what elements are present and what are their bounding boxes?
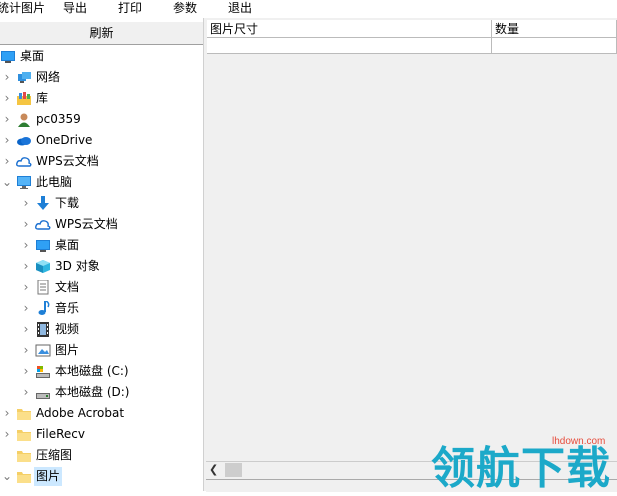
tree-node-label: 压缩图 bbox=[36, 448, 73, 462]
table-cell[interactable] bbox=[207, 38, 492, 54]
chevron-right-icon[interactable]: › bbox=[21, 214, 31, 235]
menu-item-exit[interactable]: 退出 bbox=[228, 1, 252, 17]
tree-node-label: 音乐 bbox=[55, 301, 80, 315]
chevron-right-icon[interactable]: › bbox=[21, 298, 31, 319]
desktop-icon bbox=[0, 49, 16, 64]
library-icon bbox=[16, 91, 32, 106]
column-header-count[interactable]: 数量 bbox=[492, 20, 617, 38]
chevron-right-icon[interactable]: › bbox=[21, 340, 31, 361]
chevron-right-icon[interactable]: › bbox=[21, 382, 31, 403]
tree-node[interactable]: › 音乐 bbox=[0, 298, 203, 319]
tree-node-label: 文档 bbox=[55, 280, 80, 294]
tree-node[interactable]: › Adobe Acrobat bbox=[0, 403, 203, 424]
tree-node-label: 图片 bbox=[55, 343, 80, 357]
column-header-size[interactable]: 图片尺寸 bbox=[207, 20, 492, 38]
chevron-right-icon[interactable]: › bbox=[21, 277, 31, 298]
tree-node[interactable]: › 3D 对象 bbox=[0, 256, 203, 277]
tree-node-label: Adobe Acrobat bbox=[36, 406, 125, 420]
chevron-right-icon[interactable]: › bbox=[2, 130, 12, 151]
menu-item-stats-images[interactable]: 统计图片 bbox=[0, 1, 45, 17]
tree-node-label: 此电脑 bbox=[36, 175, 73, 189]
chevron-right-icon[interactable]: › bbox=[21, 235, 31, 256]
table-cell[interactable] bbox=[492, 38, 617, 54]
drive-c-icon bbox=[35, 364, 51, 379]
menu-item-params[interactable]: 参数 bbox=[173, 1, 197, 17]
tree-node-label: pc0359 bbox=[36, 112, 81, 126]
tree-node[interactable]: 压缩图 bbox=[0, 445, 203, 466]
tree-node-label: FileRecv bbox=[36, 427, 85, 441]
tree-node[interactable]: › 下载 bbox=[0, 193, 203, 214]
tree-node[interactable]: › 桌面 bbox=[0, 235, 203, 256]
download-icon bbox=[35, 196, 51, 211]
tree-node-label: WPS云文档 bbox=[36, 154, 99, 168]
tree-node[interactable]: › 库 bbox=[0, 88, 203, 109]
folder-icon bbox=[16, 406, 32, 421]
tree-node[interactable]: ⌄ 图片 bbox=[0, 466, 203, 487]
watermark-url: lhdown.com bbox=[552, 436, 606, 447]
tree-node[interactable]: › WPS云文档 bbox=[0, 151, 203, 172]
tree-node[interactable]: › pc0359 bbox=[0, 109, 203, 130]
chevron-right-icon[interactable]: › bbox=[21, 256, 31, 277]
folder-tree: 桌面 › 网络 › 库 › pc0359 › OneDrive › WPS云文档 ⌄ 此电脑 › 下载 › WP… bbox=[0, 46, 203, 491]
tree-node[interactable]: 桌面 bbox=[0, 46, 203, 67]
chevron-down-icon[interactable]: ⌄ bbox=[2, 172, 12, 193]
chevron-right-icon[interactable]: › bbox=[21, 193, 31, 214]
drive-icon bbox=[35, 385, 51, 400]
scroll-thumb[interactable] bbox=[225, 463, 242, 477]
chevron-right-icon[interactable]: › bbox=[2, 151, 12, 172]
pictures-icon bbox=[35, 343, 51, 358]
tree-node[interactable]: › 图片 bbox=[0, 340, 203, 361]
tree-node[interactable]: › 文档 bbox=[0, 277, 203, 298]
refresh-button[interactable]: 刷新 bbox=[0, 21, 203, 45]
document-icon bbox=[35, 279, 51, 295]
tree-node[interactable]: ⌄ 此电脑 bbox=[0, 172, 203, 193]
tree-node[interactable]: › 网络 bbox=[0, 67, 203, 88]
music-icon bbox=[35, 300, 51, 316]
tree-node-label: 桌面 bbox=[55, 238, 80, 252]
folder-icon bbox=[16, 427, 32, 442]
chevron-right-icon[interactable]: › bbox=[21, 319, 31, 340]
tree-node[interactable]: › OneDrive bbox=[0, 130, 203, 151]
tree-node-label: OneDrive bbox=[36, 133, 93, 147]
tree-node-label: 本地磁盘 (D:) bbox=[55, 385, 130, 399]
video-icon bbox=[35, 322, 51, 337]
menu-bar: 统计图片 导出 打印 参数 退出 bbox=[0, 0, 617, 18]
3d-objects-icon bbox=[35, 259, 51, 274]
tree-node-label: 下载 bbox=[55, 196, 80, 210]
tree-node[interactable]: › FileRecv bbox=[0, 424, 203, 445]
user-icon bbox=[16, 112, 32, 127]
tree-node[interactable]: › 本地磁盘 (C:) bbox=[0, 361, 203, 382]
chevron-right-icon[interactable]: › bbox=[2, 109, 12, 130]
chevron-right-icon[interactable]: › bbox=[2, 424, 12, 445]
tree-node-label: 桌面 bbox=[20, 49, 45, 63]
computer-icon bbox=[16, 175, 32, 190]
folder-icon bbox=[16, 448, 32, 463]
wps-cloud-icon bbox=[16, 154, 32, 169]
tree-node[interactable]: › WPS云文档 bbox=[0, 214, 203, 235]
tree-node-label: 库 bbox=[36, 91, 49, 105]
tree-node-label: 网络 bbox=[36, 70, 61, 84]
tree-node[interactable]: › 本地磁盘 (D:) bbox=[0, 382, 203, 403]
tree-node[interactable]: › 视频 bbox=[0, 319, 203, 340]
wps-cloud-icon bbox=[35, 217, 51, 232]
network-icon bbox=[16, 70, 32, 85]
onedrive-cloud-icon bbox=[16, 133, 32, 148]
tree-node-label: WPS云文档 bbox=[55, 217, 118, 231]
chevron-right-icon[interactable]: › bbox=[21, 361, 31, 382]
chevron-right-icon[interactable]: › bbox=[2, 67, 12, 88]
menu-item-print[interactable]: 打印 bbox=[118, 1, 142, 17]
desktop-icon bbox=[35, 238, 51, 253]
results-grid: 图片尺寸 数量 bbox=[206, 18, 617, 481]
tree-node-label: 3D 对象 bbox=[55, 259, 100, 273]
chevron-right-icon[interactable]: › bbox=[2, 88, 12, 109]
tree-node-label: 图片 bbox=[34, 467, 63, 486]
menu-item-export[interactable]: 导出 bbox=[63, 1, 87, 17]
scroll-left-icon[interactable]: ❮ bbox=[209, 464, 221, 476]
chevron-down-icon[interactable]: ⌄ bbox=[2, 466, 12, 487]
chevron-right-icon[interactable]: › bbox=[2, 403, 12, 424]
tree-node-label: 本地磁盘 (C:) bbox=[55, 364, 129, 378]
tree-node-label: 视频 bbox=[55, 322, 80, 336]
folder-icon bbox=[16, 469, 32, 484]
